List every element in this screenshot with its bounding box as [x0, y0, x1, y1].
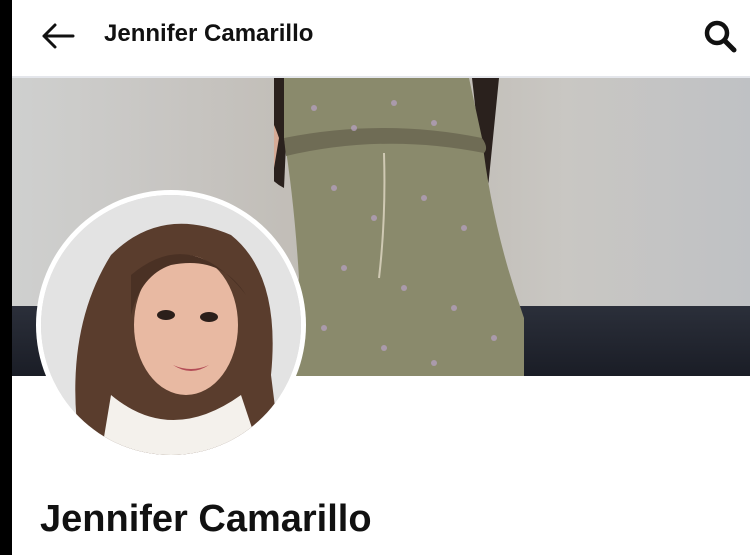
header-title: Jennifer Camarillo [104, 20, 314, 47]
top-bar: Jennifer Camarillo [12, 0, 750, 76]
avatar-portrait [41, 195, 301, 455]
search-icon [704, 20, 737, 53]
cover-figure [274, 78, 524, 376]
arrow-left-icon [42, 23, 75, 49]
profile-name: Jennifer Camarillo [40, 498, 372, 540]
screen-edge [0, 0, 12, 555]
back-button[interactable] [40, 18, 76, 54]
profile-photo [41, 195, 301, 455]
search-button[interactable] [700, 16, 740, 56]
profile-avatar[interactable] [36, 190, 306, 460]
